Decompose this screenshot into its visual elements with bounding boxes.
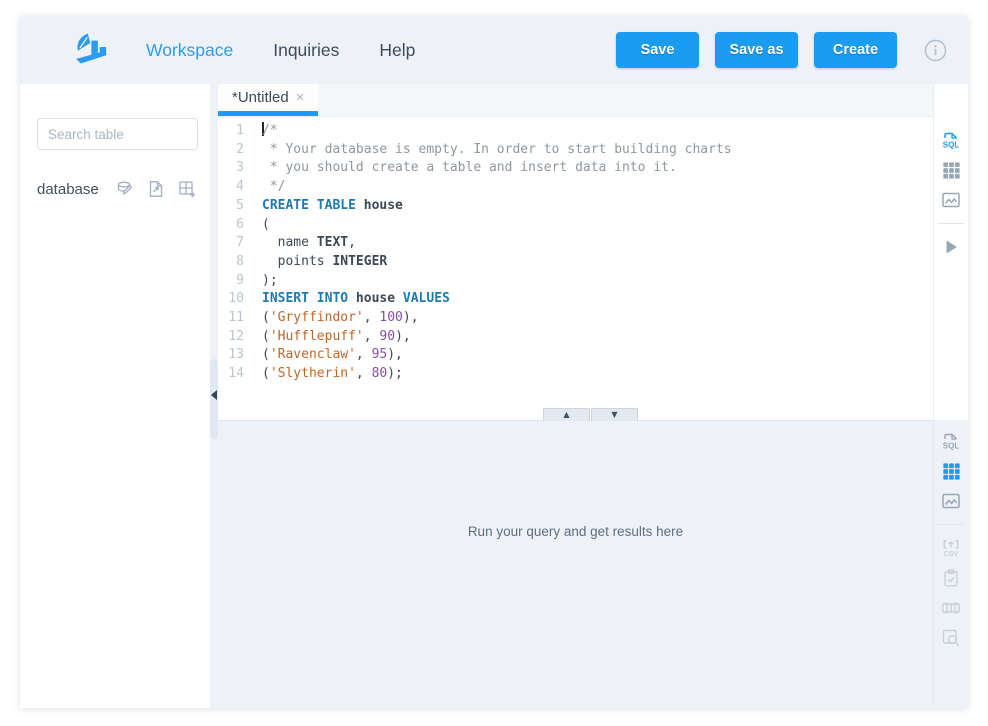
code-line: 4 */ <box>218 178 933 197</box>
app-window: Workspace Inquiries Help Save Save as Create… <box>20 16 968 708</box>
code-line: 1/* <box>218 122 933 141</box>
cells-icon <box>939 596 963 620</box>
line-number: 7 <box>218 234 244 253</box>
clipboard-icon <box>939 566 963 590</box>
panel-splitter[interactable]: ▲ ▼ <box>218 408 933 421</box>
editor-rail: SQL <box>933 84 968 420</box>
code-line: 8 points INTEGER <box>218 253 933 272</box>
line-number: 13 <box>218 346 244 365</box>
svg-text:SQL: SQL <box>943 442 960 451</box>
rail-divider <box>938 524 964 525</box>
code-line: 7 name TEXT, <box>218 234 933 253</box>
code-line: 6( <box>218 216 933 235</box>
collapse-sidebar-icon[interactable] <box>211 390 217 400</box>
header: Workspace Inquiries Help Save Save as Create <box>20 16 968 84</box>
grid-icon[interactable] <box>939 158 963 182</box>
chart-icon[interactable] <box>939 489 963 513</box>
line-number: 4 <box>218 178 244 197</box>
info-icon[interactable] <box>924 39 947 62</box>
nav-item-help[interactable]: Help <box>379 40 415 61</box>
database-label[interactable]: database <box>37 181 99 198</box>
line-number: 9 <box>218 272 244 291</box>
import-file-icon[interactable] <box>147 180 165 198</box>
rail-divider <box>938 223 964 224</box>
line-number: 2 <box>218 141 244 160</box>
results-panel: Run your query and get results here <box>218 421 933 708</box>
svg-text:CSV: CSV <box>944 551 959 558</box>
header-actions: Save Save as Create <box>616 32 897 68</box>
tab-strip: *Untitled × <box>218 84 933 117</box>
sidebar-splitter[interactable] <box>210 84 218 708</box>
line-number: 3 <box>218 159 244 178</box>
nav-item-workspace[interactable]: Workspace <box>146 40 233 61</box>
code-line: 9); <box>218 272 933 291</box>
sql-icon[interactable]: SQL <box>939 128 963 152</box>
code-line: 10INSERT INTO house VALUES <box>218 290 933 309</box>
code-line: 3 * you should create a table and insert… <box>218 159 933 178</box>
code-line: 14('Slytherin', 80); <box>218 365 933 384</box>
line-number: 8 <box>218 253 244 272</box>
line-number: 6 <box>218 216 244 235</box>
line-number: 10 <box>218 290 244 309</box>
csv-icon: CSV <box>939 536 963 560</box>
nav-item-inquiries[interactable]: Inquiries <box>273 40 339 61</box>
code-line: 13('Ravenclaw', 95), <box>218 346 933 365</box>
results-rail: SQL CSV <box>933 420 968 708</box>
line-number: 1 <box>218 122 244 141</box>
line-number: 5 <box>218 197 244 216</box>
chart-icon[interactable] <box>939 188 963 212</box>
svg-text:SQL: SQL <box>943 141 960 150</box>
play-icon[interactable] <box>939 235 963 259</box>
sql-editor[interactable]: 1/*2 * Your database is empty. In order … <box>218 117 933 408</box>
create-button[interactable]: Create <box>814 32 897 68</box>
code-line: 12('Hufflepuff', 90), <box>218 328 933 347</box>
database-row[interactable]: database <box>37 180 210 198</box>
expand-down-button[interactable]: ▼ <box>591 408 638 421</box>
content: database <box>20 84 968 708</box>
results-empty-message: Run your query and get results here <box>468 524 683 708</box>
sql-icon[interactable]: SQL <box>939 429 963 453</box>
code-line: 2 * Your database is empty. In order to … <box>218 141 933 160</box>
close-tab-icon[interactable]: × <box>296 89 305 106</box>
main-nav: Workspace Inquiries Help <box>146 40 455 61</box>
grid-icon[interactable] <box>939 459 963 483</box>
edit-database-icon[interactable] <box>116 180 134 198</box>
line-number: 11 <box>218 309 244 328</box>
app-logo-icon[interactable] <box>72 32 112 68</box>
code-line: 11('Gryffindor', 100), <box>218 309 933 328</box>
main-panel: *Untitled × 1/*2 * Your database is empt… <box>218 84 933 708</box>
schema-sidebar: database <box>20 84 210 708</box>
save-button[interactable]: Save <box>616 32 699 68</box>
code-line: 5CREATE TABLE house <box>218 197 933 216</box>
right-rail: SQL SQL CSV <box>933 84 968 708</box>
zoom-icon <box>939 626 963 650</box>
expand-up-button[interactable]: ▲ <box>543 408 590 421</box>
tab-title: *Untitled <box>232 89 289 106</box>
save-as-button[interactable]: Save as <box>715 32 798 68</box>
line-number: 12 <box>218 328 244 347</box>
search-table-input[interactable] <box>37 118 198 150</box>
add-table-icon[interactable] <box>178 180 196 198</box>
tab-untitled[interactable]: *Untitled × <box>218 84 318 116</box>
line-number: 14 <box>218 365 244 384</box>
